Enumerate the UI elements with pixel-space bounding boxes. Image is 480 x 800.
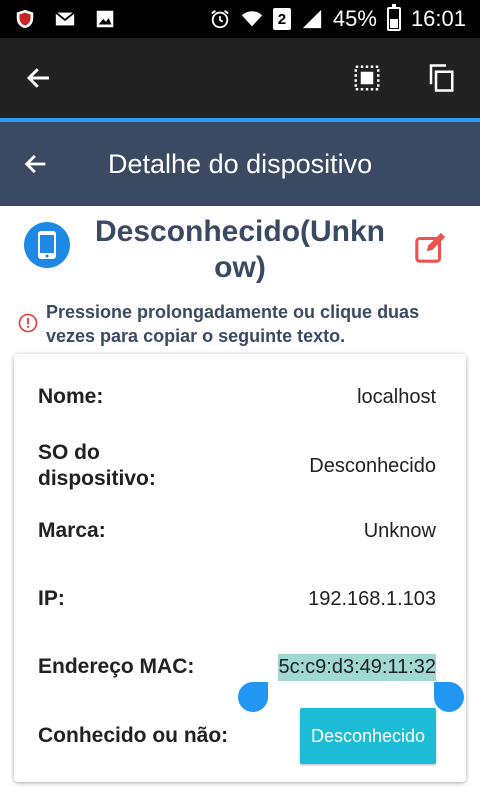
device-name: Desconhecido(Unknow) bbox=[94, 215, 386, 284]
copy-icon[interactable] bbox=[424, 61, 458, 95]
known-status-button[interactable]: Desconhecido bbox=[300, 708, 436, 764]
battery-icon bbox=[386, 4, 401, 31]
signal-icon bbox=[301, 8, 323, 30]
copy-hint: Pressione prolongadamente ou clique duas… bbox=[18, 300, 468, 348]
detail-row-brand: Marca: Unknow bbox=[38, 514, 436, 548]
name-label: Nome: bbox=[38, 385, 104, 408]
page-title: Detalhe do dispositivo bbox=[108, 148, 373, 179]
detail-row-known: Conhecido ou não: Desconhecido bbox=[38, 706, 436, 766]
detail-row-mac: Endereço MAC: 5c:c9:d3:49:11:32 bbox=[38, 650, 436, 684]
detail-row-name: Nome: localhost bbox=[38, 380, 436, 414]
detail-row-os: SO do dispositivo: Desconhecido bbox=[38, 438, 436, 494]
selection-end-handle[interactable] bbox=[434, 682, 464, 712]
back-arrow-icon[interactable] bbox=[22, 149, 52, 179]
brand-label: Marca: bbox=[38, 519, 106, 542]
alarm-icon bbox=[209, 8, 231, 30]
smartphone-icon bbox=[24, 222, 70, 268]
device-title-row: Desconhecido(Unknow) bbox=[0, 206, 480, 290]
page-header: Detalhe do dispositivo bbox=[0, 122, 480, 206]
shield-icon bbox=[14, 8, 36, 30]
os-label: SO do dispositivo: bbox=[38, 441, 156, 490]
info-alert-icon bbox=[18, 313, 38, 333]
selection-start-handle[interactable] bbox=[238, 682, 268, 712]
battery-percent: 45% bbox=[332, 6, 377, 31]
brand-value[interactable]: Unknow bbox=[364, 520, 436, 543]
mac-label: Endereço MAC: bbox=[38, 655, 195, 678]
sim-slot-badge: 2 bbox=[272, 8, 291, 30]
clock: 16:01 bbox=[410, 6, 466, 31]
ip-label: IP: bbox=[38, 587, 65, 610]
image-icon bbox=[94, 8, 116, 30]
os-value[interactable]: Desconhecido bbox=[309, 455, 436, 478]
ip-value[interactable]: 192.168.1.103 bbox=[308, 588, 436, 611]
back-arrow-icon[interactable] bbox=[22, 61, 56, 95]
name-value[interactable]: localhost bbox=[357, 386, 436, 409]
mac-value-selected[interactable]: 5c:c9:d3:49:11:32 bbox=[278, 653, 436, 681]
detail-row-ip: IP: 192.168.1.103 bbox=[38, 582, 436, 616]
known-label: Conhecido ou não: bbox=[38, 724, 229, 747]
select-all-icon[interactable] bbox=[350, 61, 384, 95]
device-details-card: Nome: localhost SO do dispositivo: Desco… bbox=[14, 354, 466, 782]
edit-icon[interactable] bbox=[414, 230, 450, 266]
selection-action-bar bbox=[0, 38, 480, 118]
status-bar: 2 45% 16:01 bbox=[0, 0, 480, 38]
mail-icon bbox=[54, 8, 76, 30]
hint-text: Pressione prolongadamente ou clique duas… bbox=[46, 302, 420, 346]
wifi-icon bbox=[241, 8, 263, 30]
